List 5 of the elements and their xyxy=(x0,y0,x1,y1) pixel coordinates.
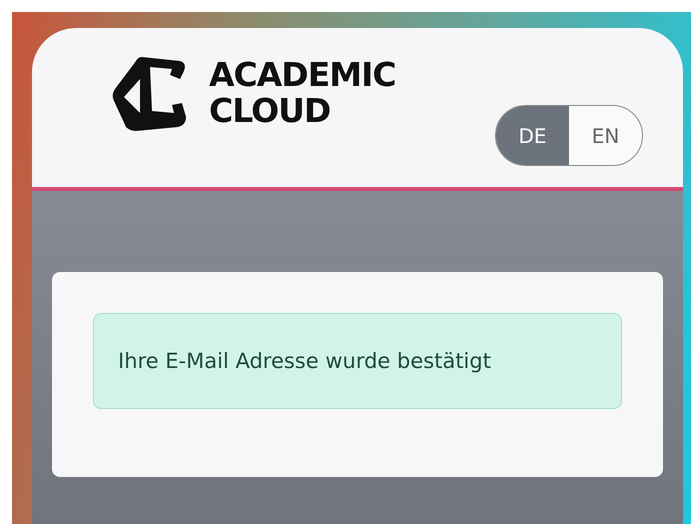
success-message: Ihre E-Mail Adresse wurde bestätigt xyxy=(93,313,622,409)
language-option[interactable]: DE xyxy=(496,106,569,165)
language-option[interactable]: EN xyxy=(569,106,642,165)
logo-icon xyxy=(112,55,187,131)
logo-wordmark: ACADEMIC CLOUD xyxy=(209,57,396,129)
